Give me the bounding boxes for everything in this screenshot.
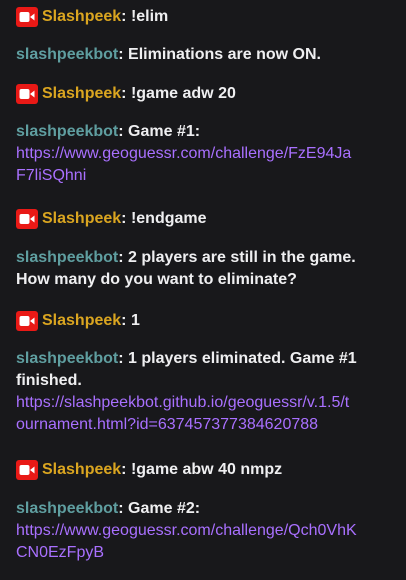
chat-message-text: 1 players eliminated. Game #1 [128,350,357,367]
chat-username[interactable]: Slashpeek [42,310,121,332]
chat-username[interactable]: slashpeekbot [16,44,118,66]
chat-message: Slashpeek: !elim [16,6,396,28]
chat-message-text: 1 [130,312,140,329]
chat-link[interactable]: https://www.geoguessr.com/challenge/FzE9… [16,143,396,165]
chat-colon: : [121,85,127,102]
chat-message-text: Game #2: [128,500,201,517]
chat-username[interactable]: Slashpeek [42,6,121,28]
chat-colon: : [118,46,124,63]
chat-message-text-continued: How many do you want to eliminate? [16,271,297,288]
chat-message-text: !game abw 40 nmpz [130,461,283,478]
chat-message: Slashpeek: !endgame [16,208,396,230]
chat-message-text: !game adw 20 [130,85,236,102]
chat-username[interactable]: Slashpeek [42,459,121,481]
video-camera-icon[interactable] [16,209,38,229]
chat-colon: : [121,461,127,478]
chat-message: slashpeekbot: 1 players eliminated. Game… [16,348,396,436]
video-camera-icon[interactable] [16,84,38,104]
chat-message: Slashpeek: !game abw 40 nmpz [16,459,396,481]
chat-colon: : [118,249,124,266]
chat-message-text: !elim [130,8,169,25]
chat-colon: : [121,210,127,227]
chat-colon: : [121,8,127,25]
video-camera-icon[interactable] [16,311,38,331]
chat-link[interactable]: https://www.geoguessr.com/challenge/Qch0… [16,520,396,542]
chat-username[interactable]: slashpeekbot [16,121,118,143]
chat-username[interactable]: slashpeekbot [16,348,118,370]
chat-username[interactable]: slashpeekbot [16,498,118,520]
chat-log: Slashpeek: !elim slashpeekbot: Eliminati… [0,0,406,580]
chat-message: slashpeekbot: Eliminations are now ON. [16,44,396,66]
chat-link[interactable]: ournament.html?id=637457377384620788 [16,414,396,436]
chat-message: slashpeekbot: Game #2: https://www.geogu… [16,498,396,564]
chat-message-text: 2 players are still in the game. [128,249,356,266]
chat-colon: : [118,350,124,367]
chat-link[interactable]: https://slashpeekbot.github.io/geoguessr… [16,392,396,414]
video-camera-icon[interactable] [16,7,38,27]
video-camera-icon[interactable] [16,460,38,480]
chat-message-text: Eliminations are now ON. [128,46,321,63]
chat-message: slashpeekbot: 2 players are still in the… [16,247,396,291]
chat-message: slashpeekbot: Game #1: https://www.geogu… [16,121,396,187]
chat-username[interactable]: slashpeekbot [16,247,118,269]
chat-username[interactable]: Slashpeek [42,83,121,105]
chat-message-text-continued: finished. [16,372,82,389]
chat-message: Slashpeek: !game adw 20 [16,83,396,105]
chat-username[interactable]: Slashpeek [42,208,121,230]
chat-colon: : [118,123,124,140]
chat-message-text: !endgame [130,210,207,227]
chat-colon: : [121,312,127,329]
chat-link[interactable]: F7liSQhni [16,165,396,187]
chat-link[interactable]: CN0EzFpyB [16,542,396,564]
chat-message-text: Game #1: [128,123,201,140]
chat-message: Slashpeek: 1 [16,310,396,332]
chat-colon: : [118,500,124,517]
